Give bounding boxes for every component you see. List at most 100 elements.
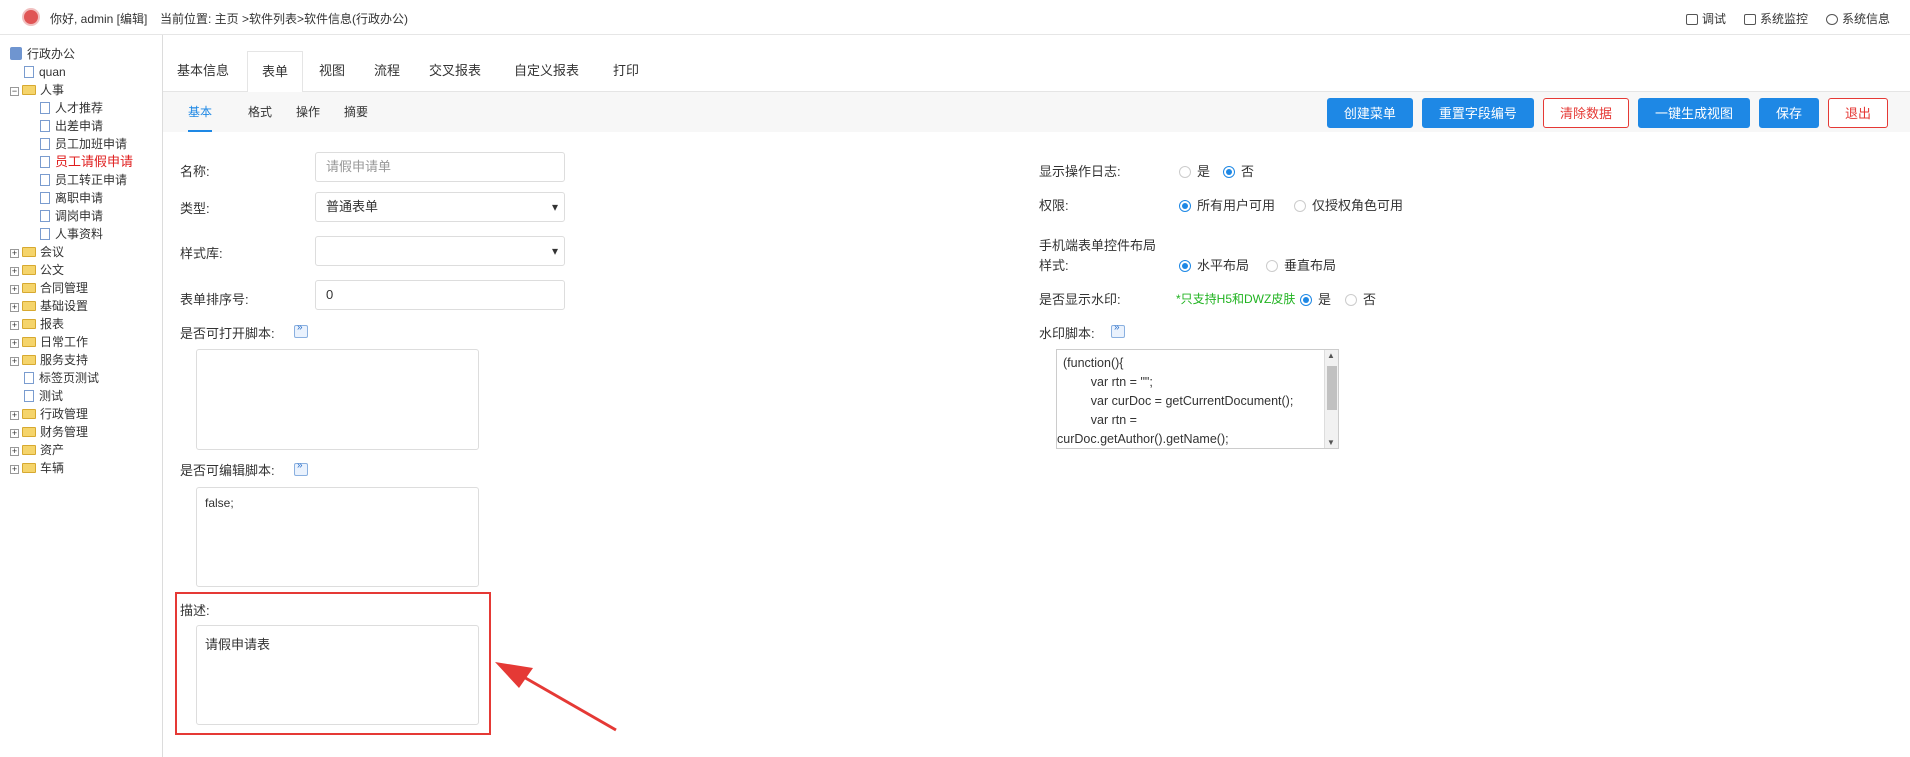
- perm-role-option[interactable]: 仅授权角色可用: [1294, 195, 1403, 214]
- tree-item-trip[interactable]: 出差申请: [10, 117, 133, 135]
- tree-item-basic[interactable]: + 基础设置: [10, 297, 133, 315]
- scrollbar[interactable]: ▲ ▼: [1324, 350, 1338, 448]
- monitor-link[interactable]: 系统监控: [1743, 10, 1808, 27]
- style-label: 样式库:: [180, 246, 223, 261]
- perm-all-label: 所有用户可用: [1197, 198, 1276, 213]
- description-textarea[interactable]: 请假申请表: [196, 625, 479, 725]
- scroll-down-icon[interactable]: ▼: [1327, 438, 1335, 447]
- scroll-up-icon[interactable]: ▲: [1327, 351, 1335, 360]
- watermark-no-label: 否: [1363, 292, 1377, 307]
- scrollbar-thumb[interactable]: [1327, 366, 1337, 410]
- expand-icon[interactable]: +: [10, 321, 19, 330]
- radio-icon: [1179, 166, 1191, 178]
- mobile-horizontal-option[interactable]: 水平布局: [1179, 255, 1249, 274]
- tree-item-tabtest[interactable]: 标签页测试: [10, 369, 133, 387]
- expand-icon[interactable]: +: [10, 267, 19, 276]
- tree-item-report[interactable]: + 报表: [10, 315, 133, 333]
- tree-item-service[interactable]: + 服务支持: [10, 351, 133, 369]
- tab-form[interactable]: 表单: [247, 51, 304, 93]
- tree-item-transfer[interactable]: 调岗申请: [10, 207, 133, 225]
- tree-item-talent[interactable]: 人才推荐: [10, 99, 133, 117]
- expand-icon[interactable]: +: [10, 303, 19, 312]
- create-menu-button[interactable]: 创建菜单: [1326, 98, 1413, 128]
- tab-custom-report[interactable]: 自定义报表: [500, 51, 593, 91]
- description-label: 描述:: [180, 603, 210, 618]
- expand-icon[interactable]: +: [10, 249, 19, 258]
- mobile-horizontal-label: 水平布局: [1197, 258, 1250, 273]
- style-select[interactable]: [315, 236, 565, 266]
- tree-item-label: 员工加班申请: [55, 137, 128, 151]
- tree-item-overtime[interactable]: 员工加班申请: [10, 135, 133, 153]
- tree-item-resign[interactable]: 离职申请: [10, 189, 133, 207]
- tab-cross-report[interactable]: 交叉报表: [415, 51, 495, 91]
- tree-item-hrdata[interactable]: 人事资料: [10, 225, 133, 243]
- tab-view[interactable]: 视图: [305, 51, 359, 91]
- expand-icon[interactable]: +: [10, 285, 19, 294]
- tree-item-hr[interactable]: − 人事: [10, 81, 133, 99]
- tree-item-admin[interactable]: + 行政管理: [10, 405, 133, 423]
- perm-all-option[interactable]: 所有用户可用: [1179, 195, 1275, 214]
- tree-item-assets[interactable]: + 资产: [10, 441, 133, 459]
- tab-basic-info[interactable]: 基本信息: [163, 51, 243, 91]
- exit-button[interactable]: 退出: [1827, 98, 1888, 128]
- tree-item-label: 离职申请: [55, 191, 104, 205]
- tree-item-label: 合同管理: [40, 281, 89, 295]
- expand-icon[interactable]: +: [10, 447, 19, 456]
- debug-link[interactable]: 调试: [1685, 10, 1726, 27]
- tree-item-doc[interactable]: + 公文: [10, 261, 133, 279]
- order-input[interactable]: 0: [315, 280, 565, 310]
- tree-item-meeting[interactable]: + 会议: [10, 243, 133, 261]
- script-editor-icon[interactable]: [294, 322, 308, 338]
- clear-data-button[interactable]: 清除数据: [1542, 98, 1629, 128]
- tree-item-regular[interactable]: 员工转正申请: [10, 171, 133, 189]
- expand-icon[interactable]: +: [10, 465, 19, 474]
- folder-icon: [22, 463, 36, 473]
- subtab-summary[interactable]: 摘要: [344, 92, 368, 132]
- watermark-yes-option[interactable]: 是: [1300, 289, 1331, 308]
- tree-root[interactable]: 行政办公: [10, 45, 133, 63]
- log-yes-option[interactable]: 是: [1179, 161, 1210, 180]
- tree-item-vehicle[interactable]: + 车辆: [10, 459, 133, 477]
- collapse-icon[interactable]: −: [10, 87, 19, 96]
- save-button[interactable]: 保存: [1758, 98, 1819, 128]
- expand-icon[interactable]: +: [10, 339, 19, 348]
- tree-item-leave[interactable]: 员工请假申请: [10, 153, 133, 171]
- user-avatar[interactable]: [22, 8, 40, 26]
- expand-icon[interactable]: +: [10, 429, 19, 438]
- watermark-script-editor[interactable]: (function(){ var rtn = ""; var curDoc = …: [1056, 349, 1339, 449]
- name-input[interactable]: 请假申请单: [315, 152, 565, 182]
- script-editor-icon[interactable]: [294, 460, 308, 476]
- tree-item-test[interactable]: 测试: [10, 387, 133, 405]
- open-script-textarea[interactable]: [196, 349, 479, 450]
- edit-script-textarea[interactable]: false;: [196, 487, 479, 587]
- tree-item-quan[interactable]: quan: [10, 63, 133, 81]
- expand-icon[interactable]: +: [10, 357, 19, 366]
- tree-item-finance[interactable]: + 财务管理: [10, 423, 133, 441]
- tab-print[interactable]: 打印: [599, 51, 653, 91]
- folder-icon: [22, 427, 36, 437]
- type-select[interactable]: 普通表单: [315, 192, 565, 222]
- action-buttons: 创建菜单 重置字段编号 清除数据 一键生成视图 保存 退出: [1326, 98, 1888, 128]
- tree-item-daily[interactable]: + 日常工作: [10, 333, 133, 351]
- radio-checked-icon: [1300, 294, 1312, 306]
- debug-label: 调试: [1701, 12, 1726, 26]
- tree-item-label: 服务支持: [40, 353, 89, 367]
- log-no-option[interactable]: 否: [1223, 161, 1254, 180]
- tree-item-contract[interactable]: + 合同管理: [10, 279, 133, 297]
- script-editor-icon[interactable]: [1111, 322, 1125, 338]
- sysinfo-link[interactable]: 系统信息: [1825, 10, 1890, 27]
- code-line: var rtn =: [1063, 413, 1137, 427]
- nav-tree: 行政办公 quan − 人事 人才推荐 出差申请 员工加班申请 员工请假申请 员工…: [10, 45, 133, 477]
- mobile-vertical-option[interactable]: 垂直布局: [1266, 255, 1336, 274]
- subtab-basic[interactable]: 基本: [188, 92, 213, 132]
- generate-view-button[interactable]: 一键生成视图: [1637, 98, 1750, 128]
- greeting[interactable]: 你好, admin [编辑]: [50, 10, 147, 27]
- subtab-format[interactable]: 格式: [248, 92, 272, 132]
- tree-item-label: 行政管理: [40, 407, 89, 421]
- subtab-operation[interactable]: 操作: [296, 92, 320, 132]
- expand-icon[interactable]: +: [10, 411, 19, 420]
- reset-field-no-button[interactable]: 重置字段编号: [1421, 98, 1534, 128]
- folder-icon: [22, 301, 36, 311]
- watermark-no-option[interactable]: 否: [1345, 289, 1376, 308]
- tab-flow[interactable]: 流程: [360, 51, 414, 91]
